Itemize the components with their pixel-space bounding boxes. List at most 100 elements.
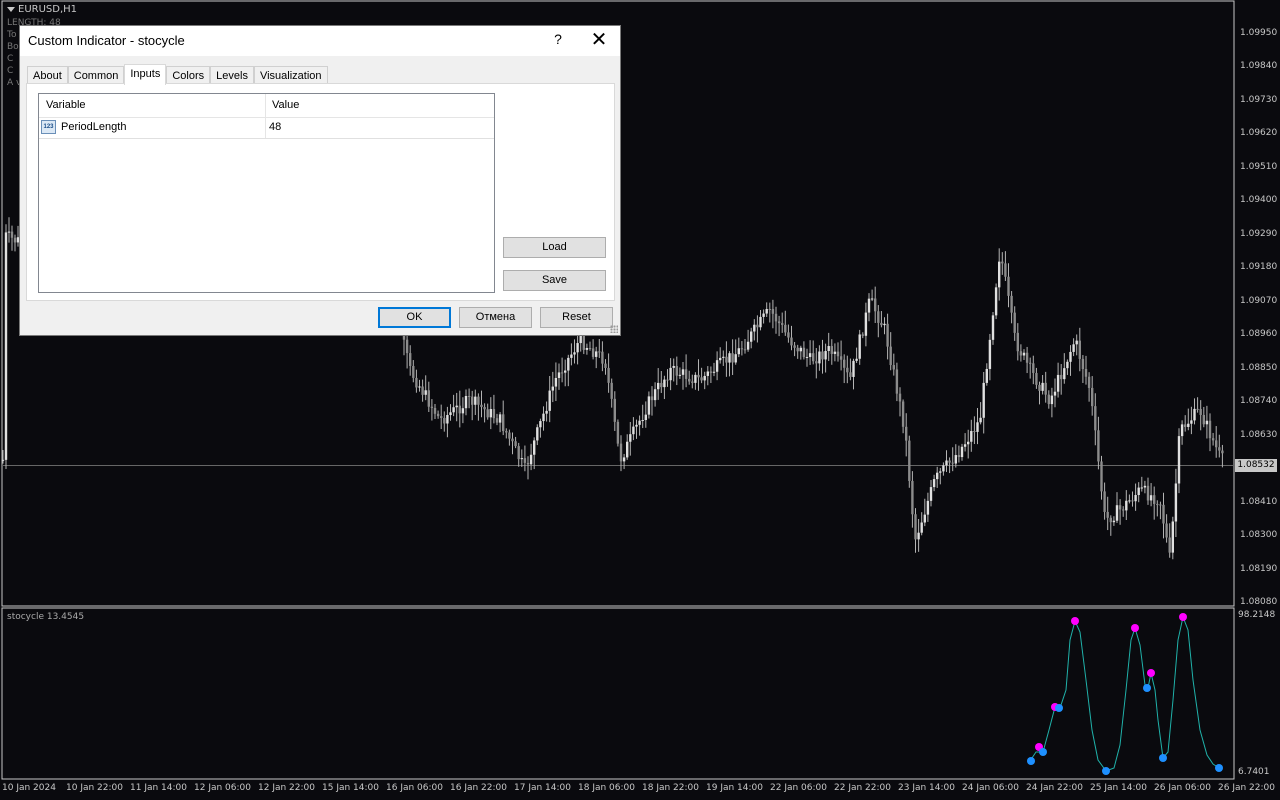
cell-value[interactable]: 48: [269, 121, 281, 133]
symbol-label: EURUSD,H1: [7, 4, 77, 15]
resize-grip-icon[interactable]: [610, 325, 618, 333]
candle-body: [1094, 406, 1097, 431]
candle-body: [923, 514, 926, 523]
save-button[interactable]: Save: [503, 270, 606, 291]
candle-body: [1001, 261, 1004, 264]
candle-body: [421, 386, 424, 395]
indicator-high-dot: [1147, 669, 1155, 677]
candle-body: [855, 358, 858, 361]
candle-body: [861, 334, 864, 336]
candle-body: [911, 480, 914, 515]
candle-body: [901, 401, 905, 427]
candle-body: [477, 396, 480, 405]
candle-body: [1097, 430, 1100, 462]
candle-body: [564, 370, 567, 373]
tab-colors[interactable]: Colors: [166, 66, 211, 84]
candle-body: [13, 237, 17, 243]
candle-body: [517, 446, 520, 460]
header-value[interactable]: Value: [272, 99, 299, 111]
candle-body: [932, 479, 936, 488]
reset-button[interactable]: Reset: [540, 307, 613, 328]
candle-body: [567, 357, 570, 371]
candle-body: [898, 393, 902, 402]
load-button[interactable]: Load: [503, 237, 606, 258]
candle-body: [765, 308, 768, 314]
candle-body: [991, 315, 995, 340]
candle-body: [722, 356, 725, 358]
candle-body: [790, 337, 793, 346]
candle-body: [768, 308, 771, 310]
time-tick-label: 19 Jan 14:00: [706, 783, 763, 793]
candle-body: [433, 407, 437, 414]
dialog-titlebar[interactable]: Custom Indicator - stocycle ? ✕: [20, 26, 620, 56]
time-tick-label: 16 Jan 22:00: [450, 783, 507, 793]
close-icon[interactable]: ✕: [586, 28, 612, 52]
candle-body: [957, 455, 961, 458]
indicator-low-dot: [1027, 757, 1035, 765]
cancel-button[interactable]: Отмена: [459, 307, 532, 328]
tab-levels[interactable]: Levels: [210, 66, 254, 84]
candle-body: [867, 298, 871, 313]
candle-body: [1211, 438, 1215, 441]
candle-body: [787, 332, 790, 338]
tab-common[interactable]: Common: [67, 66, 125, 84]
table-row[interactable]: 123 PeriodLength 48: [39, 117, 494, 139]
candle-body: [1115, 505, 1119, 521]
candle-body: [1044, 382, 1047, 395]
candle-body: [638, 420, 641, 425]
candle-body: [626, 441, 629, 458]
price-tick-label: 1.08410: [1240, 496, 1278, 507]
candle-body: [1122, 509, 1125, 511]
candle-body: [461, 408, 465, 414]
inputs-table[interactable]: Variable Value 123 PeriodLength 48: [38, 93, 495, 293]
candle-body: [728, 353, 731, 363]
candle-body: [511, 438, 514, 442]
candle-body: [644, 414, 647, 421]
candle-body: [1081, 358, 1085, 370]
candle-body: [777, 321, 781, 324]
time-tick-label: 12 Jan 22:00: [258, 783, 315, 793]
candle-body: [985, 368, 988, 383]
candle-body: [1056, 374, 1060, 392]
candle-body: [610, 382, 613, 399]
candle-body: [585, 347, 589, 350]
candle-body: [604, 363, 607, 368]
candle-body: [808, 353, 812, 357]
time-tick-label: 23 Jan 14:00: [898, 783, 955, 793]
time-tick-label: 11 Jan 14:00: [130, 783, 187, 793]
candle-body: [492, 409, 496, 419]
header-variable[interactable]: Variable: [46, 99, 86, 111]
price-tick-label: 1.09620: [1240, 128, 1278, 139]
candle-body: [455, 405, 458, 408]
candle-body: [570, 354, 573, 358]
candle-body: [1112, 520, 1116, 523]
candle-body: [595, 351, 598, 357]
candle-body: [436, 413, 440, 417]
dropdown-triangle-icon[interactable]: [7, 6, 15, 12]
candle-body: [1029, 362, 1032, 364]
candle-body: [536, 427, 539, 441]
candle-body: [616, 421, 620, 444]
ok-button[interactable]: OK: [378, 307, 451, 328]
candle-body: [551, 386, 554, 391]
price-tick-label: 1.09180: [1240, 262, 1278, 273]
candle-body: [405, 339, 409, 354]
time-tick-label: 18 Jan 06:00: [578, 783, 635, 793]
candle-body: [1162, 504, 1165, 524]
candle-body: [601, 351, 604, 364]
candle-body: [1063, 368, 1066, 380]
candle-body: [697, 374, 700, 378]
time-tick-label: 25 Jan 14:00: [1090, 783, 1147, 793]
candle-body: [939, 471, 942, 473]
candle-body: [650, 396, 654, 401]
help-icon[interactable]: ?: [548, 31, 568, 47]
time-tick-label: 22 Jan 06:00: [770, 783, 827, 793]
candle-body: [731, 353, 734, 363]
candle-body: [657, 382, 660, 390]
candle-body: [1208, 420, 1212, 439]
tab-about[interactable]: About: [27, 66, 68, 84]
candle-body: [523, 458, 527, 463]
candle-body: [1053, 391, 1057, 396]
tab-visualization[interactable]: Visualization: [253, 66, 328, 84]
tab-inputs[interactable]: Inputs: [124, 64, 167, 85]
